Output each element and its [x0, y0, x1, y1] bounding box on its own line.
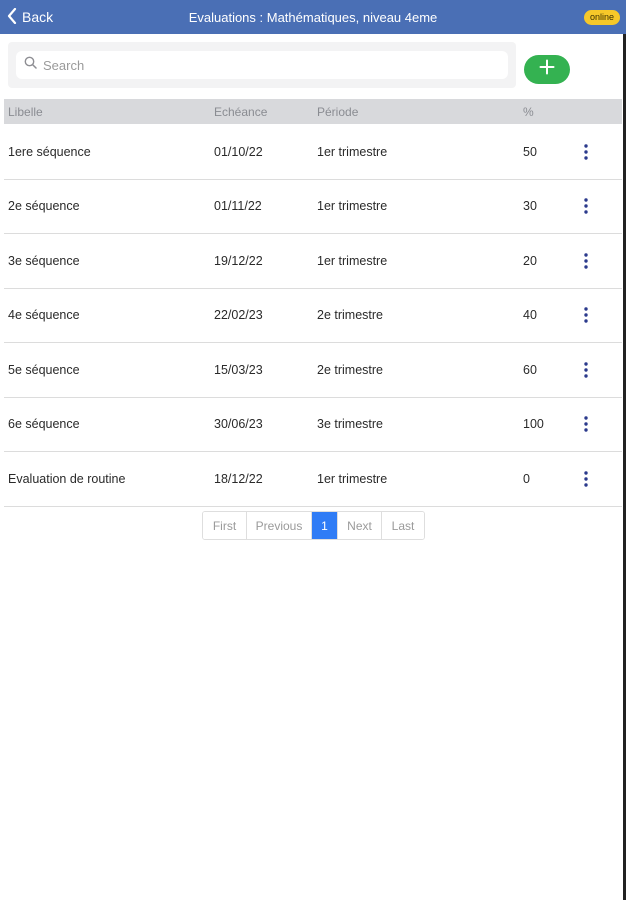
kebab-menu-icon[interactable]	[576, 234, 596, 288]
cell-echeance: 30/06/23	[214, 417, 263, 432]
kebab-menu-icon[interactable]	[576, 180, 596, 234]
page-current-button[interactable]: 1	[312, 512, 338, 539]
column-header-libelle[interactable]: Libelle	[8, 99, 43, 124]
table-row[interactable]: 5e séquence 15/03/23 2e trimestre 60	[4, 343, 622, 398]
cell-libelle: 1ere séquence	[8, 144, 91, 159]
cell-percent: 0	[523, 471, 530, 486]
cell-libelle: 2e séquence	[8, 199, 80, 214]
cell-periode: 1er trimestre	[317, 471, 388, 486]
table-row[interactable]: 4e séquence 22/02/23 2e trimestre 40	[4, 289, 622, 343]
cell-libelle: 6e séquence	[8, 417, 80, 432]
page-last-button[interactable]: Last	[382, 512, 424, 539]
evaluations-table: 1ere séquence 01/10/22 1er trimestre 50 …	[4, 125, 622, 507]
cell-echeance: 19/12/22	[214, 253, 263, 268]
cell-libelle: Evaluation de routine	[8, 471, 126, 486]
app-header: Back Evaluations : Mathématiques, niveau…	[0, 0, 626, 34]
table-row[interactable]: 2e séquence 01/11/22 1er trimestre 30	[4, 180, 622, 234]
cell-percent: 20	[523, 253, 537, 268]
cell-percent: 40	[523, 308, 537, 323]
page-previous-button[interactable]: Previous	[247, 512, 312, 539]
cell-periode: 1er trimestre	[317, 199, 388, 214]
table-row[interactable]: 6e séquence 30/06/23 3e trimestre 100	[4, 398, 622, 452]
search-bar	[8, 42, 516, 88]
cell-libelle: 4e séquence	[8, 308, 80, 323]
kebab-menu-icon[interactable]	[576, 289, 596, 343]
add-evaluation-button[interactable]	[524, 55, 570, 84]
plus-icon	[539, 59, 555, 80]
kebab-menu-icon[interactable]	[576, 343, 596, 397]
cell-echeance: 01/11/22	[214, 199, 262, 214]
cell-echeance: 15/03/23	[214, 362, 263, 377]
cell-periode: 1er trimestre	[317, 253, 388, 268]
cell-percent: 30	[523, 199, 537, 214]
page-next-button[interactable]: Next	[338, 512, 382, 539]
kebab-menu-icon[interactable]	[576, 398, 596, 452]
table-row[interactable]: 1ere séquence 01/10/22 1er trimestre 50	[4, 125, 622, 180]
search-input[interactable]	[43, 57, 483, 73]
table-row[interactable]: 3e séquence 19/12/22 1er trimestre 20	[4, 234, 622, 289]
cell-echeance: 01/10/22	[214, 144, 263, 159]
kebab-menu-icon[interactable]	[576, 452, 596, 506]
kebab-menu-icon[interactable]	[576, 125, 596, 179]
cell-periode: 3e trimestre	[317, 417, 383, 432]
cell-periode: 2e trimestre	[317, 362, 383, 377]
table-row[interactable]: Evaluation de routine 18/12/22 1er trime…	[4, 452, 622, 507]
search-icon	[24, 56, 37, 74]
column-header-percent[interactable]: %	[523, 99, 534, 124]
page-first-button[interactable]: First	[203, 512, 247, 539]
page-title: Evaluations : Mathématiques, niveau 4eme	[188, 9, 438, 25]
column-header-periode[interactable]: Période	[317, 99, 358, 124]
cell-libelle: 5e séquence	[8, 362, 80, 377]
cell-periode: 1er trimestre	[317, 144, 388, 159]
cell-echeance: 18/12/22	[214, 471, 263, 486]
status-badge: online	[583, 10, 620, 25]
cell-libelle: 3e séquence	[8, 253, 80, 268]
table-header: Libelle Echéance Période %	[4, 99, 622, 124]
search-box[interactable]	[16, 51, 508, 79]
column-header-echeance[interactable]: Echéance	[214, 99, 267, 124]
cell-echeance: 22/02/23	[214, 308, 263, 323]
cell-percent: 100	[523, 417, 544, 432]
cell-periode: 2e trimestre	[317, 308, 383, 323]
cell-percent: 50	[523, 144, 537, 159]
pagination: First Previous 1 Next Last	[202, 511, 425, 540]
cell-percent: 60	[523, 362, 537, 377]
